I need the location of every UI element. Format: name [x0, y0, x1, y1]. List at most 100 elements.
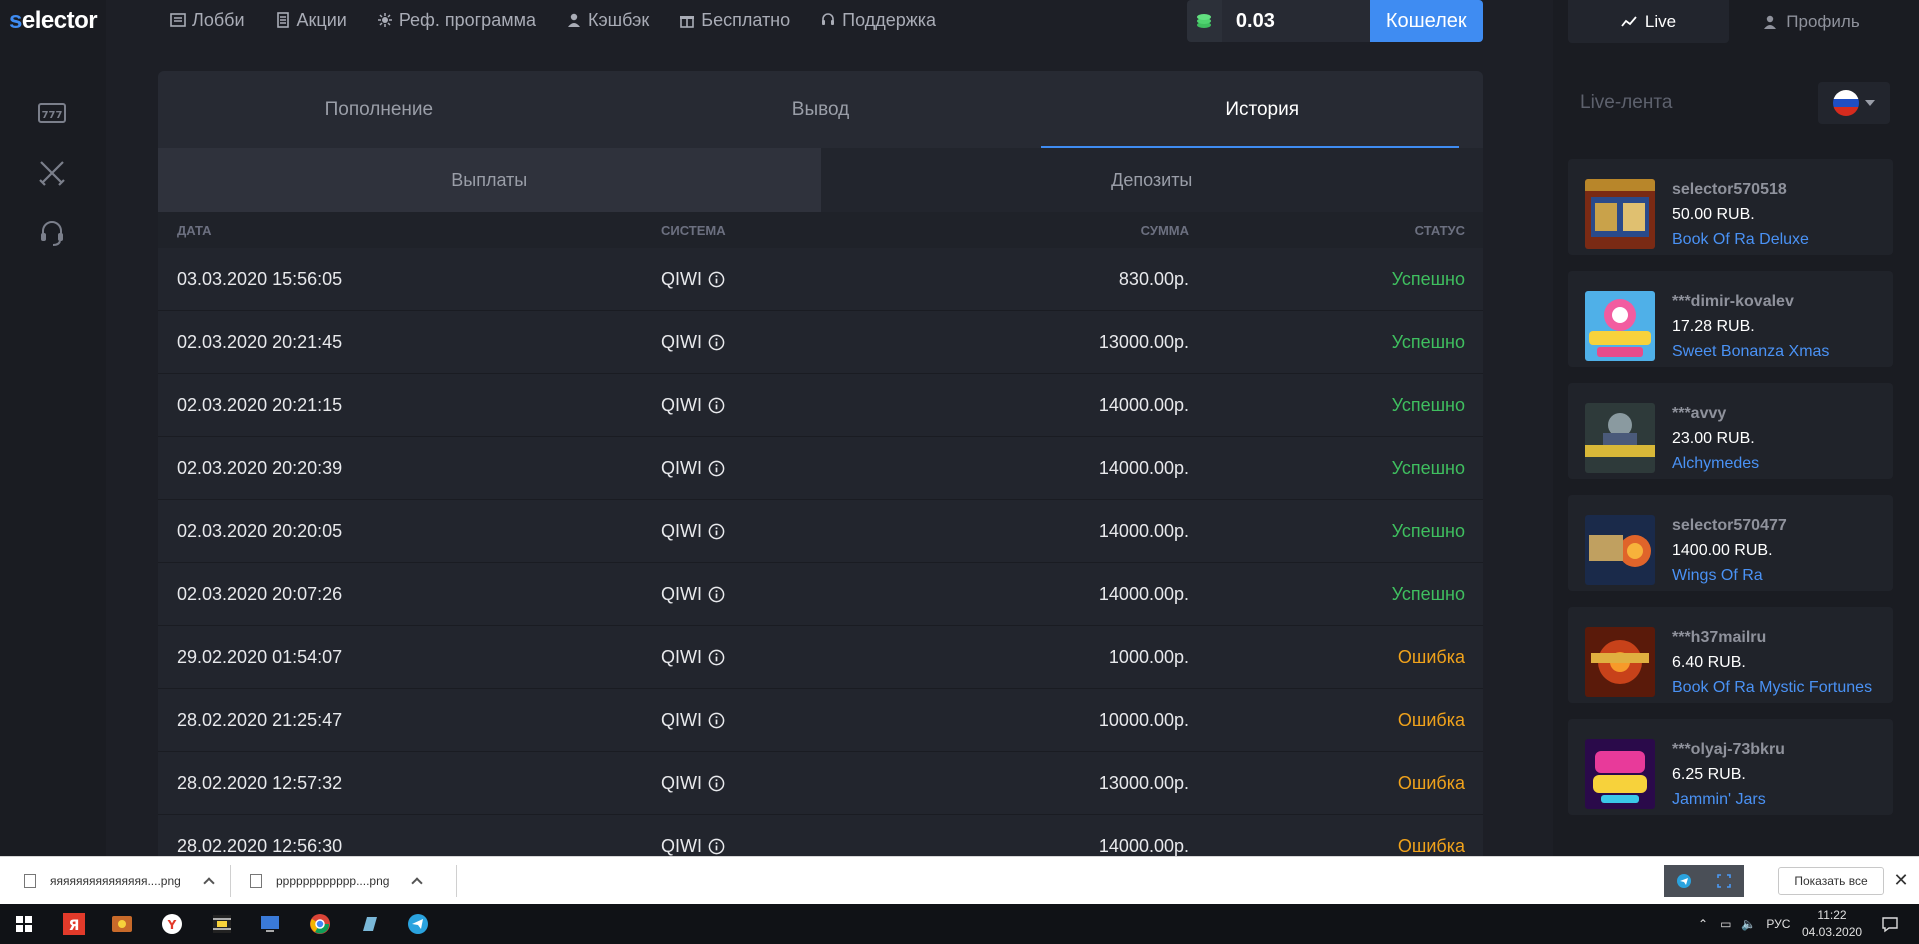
- file-icon: [250, 874, 262, 888]
- language-selector[interactable]: [1818, 82, 1890, 124]
- info-icon[interactable]: [708, 271, 725, 288]
- chevron-up-icon[interactable]: [203, 877, 215, 889]
- network-icon[interactable]: ▭: [1720, 917, 1731, 931]
- cell-date: 03.03.2020 15:56:05: [177, 268, 343, 289]
- wallet-button[interactable]: Кошелек: [1369, 0, 1483, 42]
- live-feed-item[interactable]: ***olyaj-73bkru 6.25 RUB. Jammin' Jars: [1568, 719, 1893, 815]
- file-icon: [24, 874, 36, 888]
- cell-sum: 10000.00р.: [1098, 709, 1189, 730]
- live-feed-item[interactable]: ***dimir-kovalev 17.28 RUB. Sweet Bonanz…: [1568, 271, 1893, 367]
- system-tray: ⌃ ▭ 🔈 РУС: [1698, 904, 1790, 944]
- cell-system: QIWI: [661, 836, 911, 857]
- cashback-icon: [567, 13, 580, 27]
- windows-start-icon[interactable]: [10, 910, 38, 938]
- info-icon[interactable]: [708, 460, 725, 477]
- info-icon[interactable]: [708, 649, 725, 666]
- nav-free[interactable]: Бесплатно: [679, 10, 790, 31]
- status-badge: Успешно: [1391, 583, 1465, 604]
- volume-icon[interactable]: 🔈: [1741, 917, 1756, 931]
- info-icon[interactable]: [708, 712, 725, 729]
- header-date: ДАТА: [177, 222, 212, 238]
- cell-date: 28.02.2020 12:57:32: [177, 772, 343, 793]
- live-feed-item[interactable]: selector570477 1400.00 RUB. Wings Of Ra: [1568, 495, 1893, 591]
- download-item[interactable]: яяяяяяяяяяяяяяя....png: [24, 857, 215, 905]
- live-feed-item[interactable]: selector570518 50.00 RUB. Book Of Ra Del…: [1568, 159, 1893, 255]
- table-body: 03.03.2020 15:56:05 QIWI 830.00р. Успешно 02…: [158, 248, 1483, 856]
- info-icon[interactable]: [708, 775, 725, 792]
- cell-system: QIWI: [661, 458, 911, 479]
- cell-system: QIWI: [661, 332, 911, 353]
- info-icon[interactable]: [708, 586, 725, 603]
- clock[interactable]: 11:22 04.03.2020: [1802, 907, 1862, 941]
- coins-icon: [1187, 0, 1222, 42]
- yandex-app-icon[interactable]: Я: [60, 910, 88, 938]
- wallet-panel: Пополнение Вывод История Выплаты Депозит…: [158, 71, 1483, 856]
- nav-cashback[interactable]: Кэшбэк: [566, 10, 649, 31]
- chevron-up-icon[interactable]: ⌃: [1698, 917, 1708, 931]
- chrome-icon[interactable]: [306, 910, 334, 938]
- tab-deposit[interactable]: Пополнение: [158, 71, 600, 148]
- wallet-tabs: Пополнение Вывод История: [158, 71, 1483, 148]
- cell-sum: 14000.00р.: [1098, 583, 1189, 604]
- screenshot-icon[interactable]: [1704, 865, 1744, 897]
- live-feed-title: Live-лента: [1580, 92, 1673, 113]
- gift-icon: [680, 16, 695, 28]
- cell-system: QIWI: [661, 647, 911, 668]
- table-row: 28.02.2020 12:57:32 QIWI 13000.00р. Ошибка: [158, 752, 1483, 815]
- telegram-app-icon[interactable]: [404, 910, 432, 938]
- telegram-icon[interactable]: [1664, 865, 1704, 897]
- tab-profile[interactable]: Профиль: [1729, 0, 1893, 43]
- language-indicator[interactable]: РУС: [1766, 917, 1790, 931]
- table-header: ДАТА СИСТЕМА СУММА СТАТУС: [158, 212, 1483, 248]
- nav-support[interactable]: Поддержка: [820, 10, 936, 31]
- cell-system: QIWI: [661, 773, 911, 794]
- status-badge: Ошибка: [1397, 835, 1465, 856]
- info-icon[interactable]: [708, 838, 725, 855]
- header-sum: СУММА: [1140, 222, 1189, 238]
- user-icon: [1764, 15, 1777, 29]
- subtab-payouts[interactable]: Выплаты: [158, 148, 821, 212]
- info-icon[interactable]: [708, 523, 725, 540]
- top-nav: Лобби Акции Реф. программа Кэшбэк Беспла…: [170, 0, 966, 40]
- headset-icon: [822, 13, 835, 25]
- slots-icon[interactable]: 777: [36, 97, 68, 129]
- subtab-deposits[interactable]: Депозиты: [820, 148, 1483, 212]
- tab-live[interactable]: Live: [1568, 0, 1729, 43]
- notifications-icon[interactable]: [1876, 910, 1904, 938]
- game-thumbnail: [1585, 291, 1655, 361]
- table-row: 02.03.2020 20:20:39 QIWI 14000.00р. Успешно: [158, 437, 1483, 500]
- promo-icon: [276, 12, 289, 28]
- tab-withdraw[interactable]: Вывод: [600, 71, 1042, 148]
- svg-text:777: 777: [42, 110, 63, 121]
- table-row: 02.03.2020 20:21:15 QIWI 14000.00р. Успешно: [158, 374, 1483, 437]
- info-icon[interactable]: [708, 334, 725, 351]
- russia-flag-icon: [1833, 90, 1859, 116]
- nav-lobby[interactable]: Лобби: [170, 10, 245, 31]
- nav-referral[interactable]: Реф. программа: [377, 10, 536, 31]
- support-headset-icon[interactable]: [36, 217, 68, 249]
- close-icon[interactable]: ✕: [1892, 871, 1910, 889]
- media-app-icon[interactable]: [108, 910, 136, 938]
- tab-history[interactable]: История: [1041, 71, 1483, 148]
- nav-promo[interactable]: Акции: [275, 10, 347, 31]
- game-thumbnail: [1585, 739, 1655, 809]
- live-feed-item[interactable]: ***h37mailru 6.40 RUB. Book Of Ra Mystic…: [1568, 607, 1893, 703]
- remote-desktop-icon[interactable]: [256, 910, 284, 938]
- swords-icon[interactable]: [36, 157, 68, 189]
- film-app-icon[interactable]: [208, 910, 236, 938]
- cell-sum: 14000.00р.: [1098, 835, 1189, 856]
- yandex-browser-icon[interactable]: Y: [158, 910, 186, 938]
- chevron-down-icon: [1865, 100, 1875, 106]
- cell-system: QIWI: [661, 710, 911, 731]
- cell-date: 29.02.2020 01:54:07: [177, 646, 343, 667]
- live-feed-item[interactable]: ***avvy 23.00 RUB. Alchymedes: [1568, 383, 1893, 479]
- chevron-up-icon[interactable]: [411, 877, 424, 889]
- show-all-button[interactable]: Показать все: [1778, 867, 1884, 895]
- download-item[interactable]: рррррррррррр....png: [250, 857, 424, 905]
- divider: [230, 865, 231, 897]
- table-row: 03.03.2020 15:56:05 QIWI 830.00р. Успешно: [158, 248, 1483, 311]
- info-icon[interactable]: [708, 397, 725, 414]
- notes-app-icon[interactable]: [356, 910, 384, 938]
- right-panel: Live Профиль Live-лента selector570518 5…: [1553, 0, 1919, 856]
- logo[interactable]: selector: [9, 7, 98, 35]
